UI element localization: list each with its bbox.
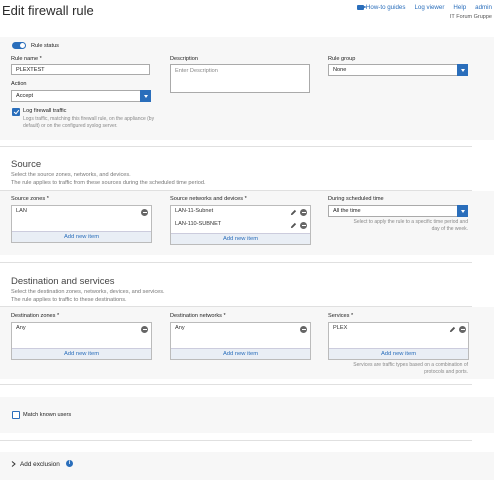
match-users-label: Match known users (23, 411, 72, 418)
schedule-hint-1: Select to apply the rule to a specific t… (353, 219, 468, 225)
description-field[interactable]: Enter Description (170, 64, 310, 93)
chevron-down-icon (457, 64, 468, 76)
divider (0, 262, 472, 263)
schedule-hint-2: day of the week. (431, 226, 468, 232)
source-network-item: LAN-110-SUBNET (175, 221, 222, 227)
edit-icon[interactable] (449, 326, 456, 333)
chevron-right-icon[interactable] (11, 461, 16, 467)
divider (0, 384, 472, 385)
destination-network-item: Any (175, 325, 185, 331)
description-label: Description (170, 56, 198, 62)
rule-status-label: Rule status (31, 42, 59, 49)
services-label-text: Services (328, 313, 350, 319)
remove-icon[interactable] (141, 209, 148, 216)
schedule-select[interactable]: All the time (328, 205, 468, 217)
source-zones-label: Source zones * (11, 196, 49, 202)
destination-desc-2: The rule applies to traffic to these des… (11, 297, 127, 303)
video-camera-icon (356, 4, 367, 10)
log-viewer-link[interactable]: Log viewer (414, 4, 444, 11)
log-traffic-hint-1: Logs traffic, matching this firewall rul… (23, 116, 155, 122)
rule-group-select[interactable]: None (328, 64, 468, 76)
rule-group-label: Rule group (328, 56, 356, 62)
page-title: Edit firewall rule (2, 3, 94, 18)
rule-name-label-text: Rule name (11, 56, 39, 62)
remove-icon[interactable] (459, 326, 466, 333)
admin-menu[interactable]: admin (475, 4, 492, 11)
destination-desc-1: Select the destination zones, networks, … (11, 289, 165, 295)
edit-icon[interactable] (290, 222, 297, 229)
destination-zones-label-text: Destination zones (11, 313, 56, 319)
destination-networks-label: Destination networks * (170, 313, 226, 319)
schedule-label: During scheduled time (328, 196, 384, 202)
users-panel (0, 397, 494, 433)
action-select[interactable]: Accept (11, 90, 151, 102)
add-destination-zone-button[interactable]: Add new item (12, 348, 151, 359)
services-hint-1: Services are traffic types based on a co… (353, 362, 468, 368)
remove-icon[interactable] (300, 326, 307, 333)
remove-icon[interactable] (300, 209, 307, 216)
how-to-guides-link[interactable]: How-to guides (356, 4, 406, 11)
rule-name-input[interactable]: PLEXTEST (11, 64, 150, 75)
services-label: Services * (328, 313, 354, 319)
schedule-value: All the time (333, 208, 361, 214)
help-link[interactable]: Help (453, 4, 466, 11)
log-traffic-label: Log firewall traffic (23, 108, 67, 114)
source-title: Source (11, 159, 42, 170)
log-traffic-hint-2: default) or on the configured syslog ser… (23, 123, 118, 129)
log-traffic-checkbox[interactable] (12, 108, 20, 116)
chevron-down-icon (457, 205, 468, 217)
source-networks-label-text: Source networks and devices (170, 196, 244, 202)
exclusion-panel (0, 452, 494, 480)
rule-name-label: Rule name * (11, 56, 42, 62)
rule-status-toggle[interactable] (12, 42, 26, 49)
destination-title: Destination and services (11, 276, 115, 287)
services-hint-2: protocols and ports. (424, 369, 468, 375)
divider (0, 146, 472, 147)
source-networks-label: Source networks and devices * (170, 196, 247, 202)
add-service-button[interactable]: Add new item (329, 348, 468, 359)
source-desc-2: The rule applies to traffic from these s… (11, 180, 206, 186)
rule-group-value: None (333, 67, 347, 73)
destination-zones-label: Destination zones * (11, 313, 60, 319)
add-source-zone-button[interactable]: Add new item (12, 231, 151, 242)
how-to-guides-label: How-to guides (365, 4, 406, 11)
add-exclusion-link[interactable]: Add exclusion (20, 461, 60, 468)
destination-zone-item: Any (16, 325, 26, 331)
top-nav: How-to guides Log viewer Help admin (356, 4, 492, 11)
info-icon[interactable]: i (66, 460, 73, 467)
source-network-item: LAN-11-Subnet (175, 208, 214, 214)
destination-networks-label-text: Destination networks (170, 313, 222, 319)
match-users-checkbox[interactable] (12, 411, 20, 419)
remove-icon[interactable] (300, 222, 307, 229)
add-destination-network-button[interactable]: Add new item (171, 348, 310, 359)
organization-name: IT Forum Gruppe (449, 14, 492, 20)
remove-icon[interactable] (141, 326, 148, 333)
chevron-down-icon (140, 90, 151, 102)
edit-icon[interactable] (290, 209, 297, 216)
action-value: Accept (16, 93, 34, 99)
service-item: PLEX (333, 325, 348, 331)
source-desc-1: Select the source zones, networks, and d… (11, 172, 131, 178)
source-zones-label-text: Source zones (11, 196, 46, 202)
add-source-network-button[interactable]: Add new item (171, 233, 310, 244)
divider (0, 440, 472, 441)
source-zone-item: LAN (16, 208, 27, 214)
action-label: Action (11, 81, 27, 87)
